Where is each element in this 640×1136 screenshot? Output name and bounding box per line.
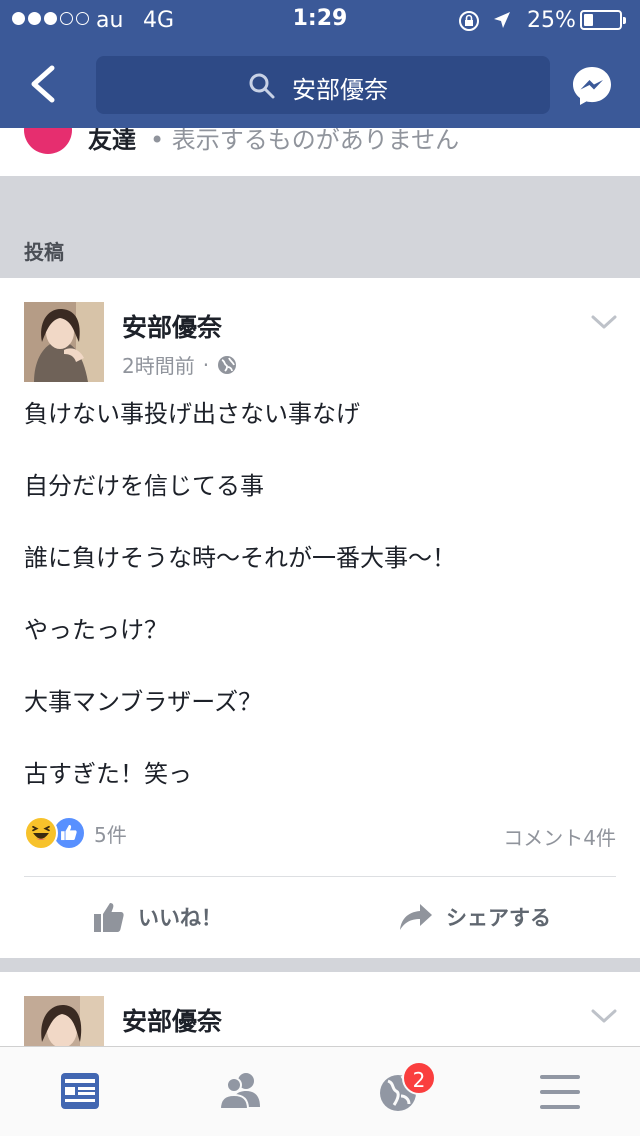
friends-icon[interactable] <box>210 1067 270 1117</box>
reaction-count: 5件 <box>94 822 127 847</box>
reactions-summary[interactable]: 5件 <box>24 816 127 850</box>
share-button[interactable]: シェアする <box>398 892 551 942</box>
battery-nub <box>623 17 626 24</box>
post-author[interactable]: 安部優奈 <box>122 308 222 344</box>
friends-result-row[interactable]: 友達 • 表示するものがありません <box>0 128 640 176</box>
thumbs-up-icon <box>94 903 124 932</box>
meta-separator: · <box>202 352 210 377</box>
search-query: 安部優奈 <box>292 76 388 104</box>
chevron-down-icon[interactable] <box>590 1006 618 1026</box>
search-bar[interactable]: 安部優奈 <box>96 56 550 114</box>
friends-empty-text: • 表示するものがありません <box>150 128 460 154</box>
friends-category-icon <box>24 128 72 154</box>
battery-percent: 25% <box>527 8 576 33</box>
globe-icon <box>218 355 237 374</box>
avatar[interactable] <box>24 302 104 382</box>
back-button[interactable] <box>22 62 66 106</box>
post-text: 負けない事投げ出さない事なげ 自分だけを信じてる事 誰に負けそうな時〜それが一番… <box>24 398 616 830</box>
post-card: 安部優奈 2時間前 · 負けない事投げ出さない事なげ 自分だけを信じてる事 誰に… <box>0 278 640 958</box>
notifications-tab[interactable]: 2 <box>370 1061 436 1117</box>
menu-icon[interactable] <box>530 1067 590 1117</box>
divider <box>24 876 616 877</box>
search-icon <box>249 73 275 99</box>
haha-reaction-icon <box>24 816 58 850</box>
post-line: 自分だけを信じてる事 <box>24 472 264 500</box>
battery-icon <box>580 10 626 30</box>
bottom-tab-bar: 2 <box>0 1046 640 1136</box>
battery-level <box>584 14 593 26</box>
comment-count[interactable]: コメント4件 <box>503 822 616 851</box>
rotation-lock-icon <box>459 11 479 31</box>
post-line: 誰に負けそうな時〜それが一番大事〜！ <box>24 544 456 572</box>
share-label: シェアする <box>446 906 551 930</box>
post-line: 大事マンブラザーズ？ <box>24 688 263 716</box>
post-line: 負けない事投げ出さない事なげ <box>24 400 360 428</box>
share-arrow-icon <box>400 904 432 930</box>
like-label: いいね！ <box>138 906 222 930</box>
chevron-down-icon[interactable] <box>590 312 618 332</box>
section-header: 投稿 <box>0 176 640 278</box>
top-bar: au 4G 1:29 25% 安部優奈 <box>0 0 640 128</box>
post-separator <box>0 958 640 972</box>
news-feed-icon[interactable] <box>50 1067 110 1117</box>
friends-label: 友達 <box>88 128 136 154</box>
post-meta: 2時間前 · <box>122 350 237 379</box>
post-author[interactable]: 安部優奈 <box>122 1002 222 1038</box>
status-bar: au 4G 1:29 25% <box>0 0 640 40</box>
like-button[interactable]: いいね！ <box>92 892 222 942</box>
messenger-icon[interactable] <box>570 64 614 108</box>
location-arrow-icon <box>494 12 510 28</box>
post-line: やったっけ？ <box>24 616 168 644</box>
notifications-badge: 2 <box>402 1061 436 1095</box>
post-time[interactable]: 2時間前 <box>122 350 195 379</box>
posts-section-label: 投稿 <box>24 240 64 264</box>
